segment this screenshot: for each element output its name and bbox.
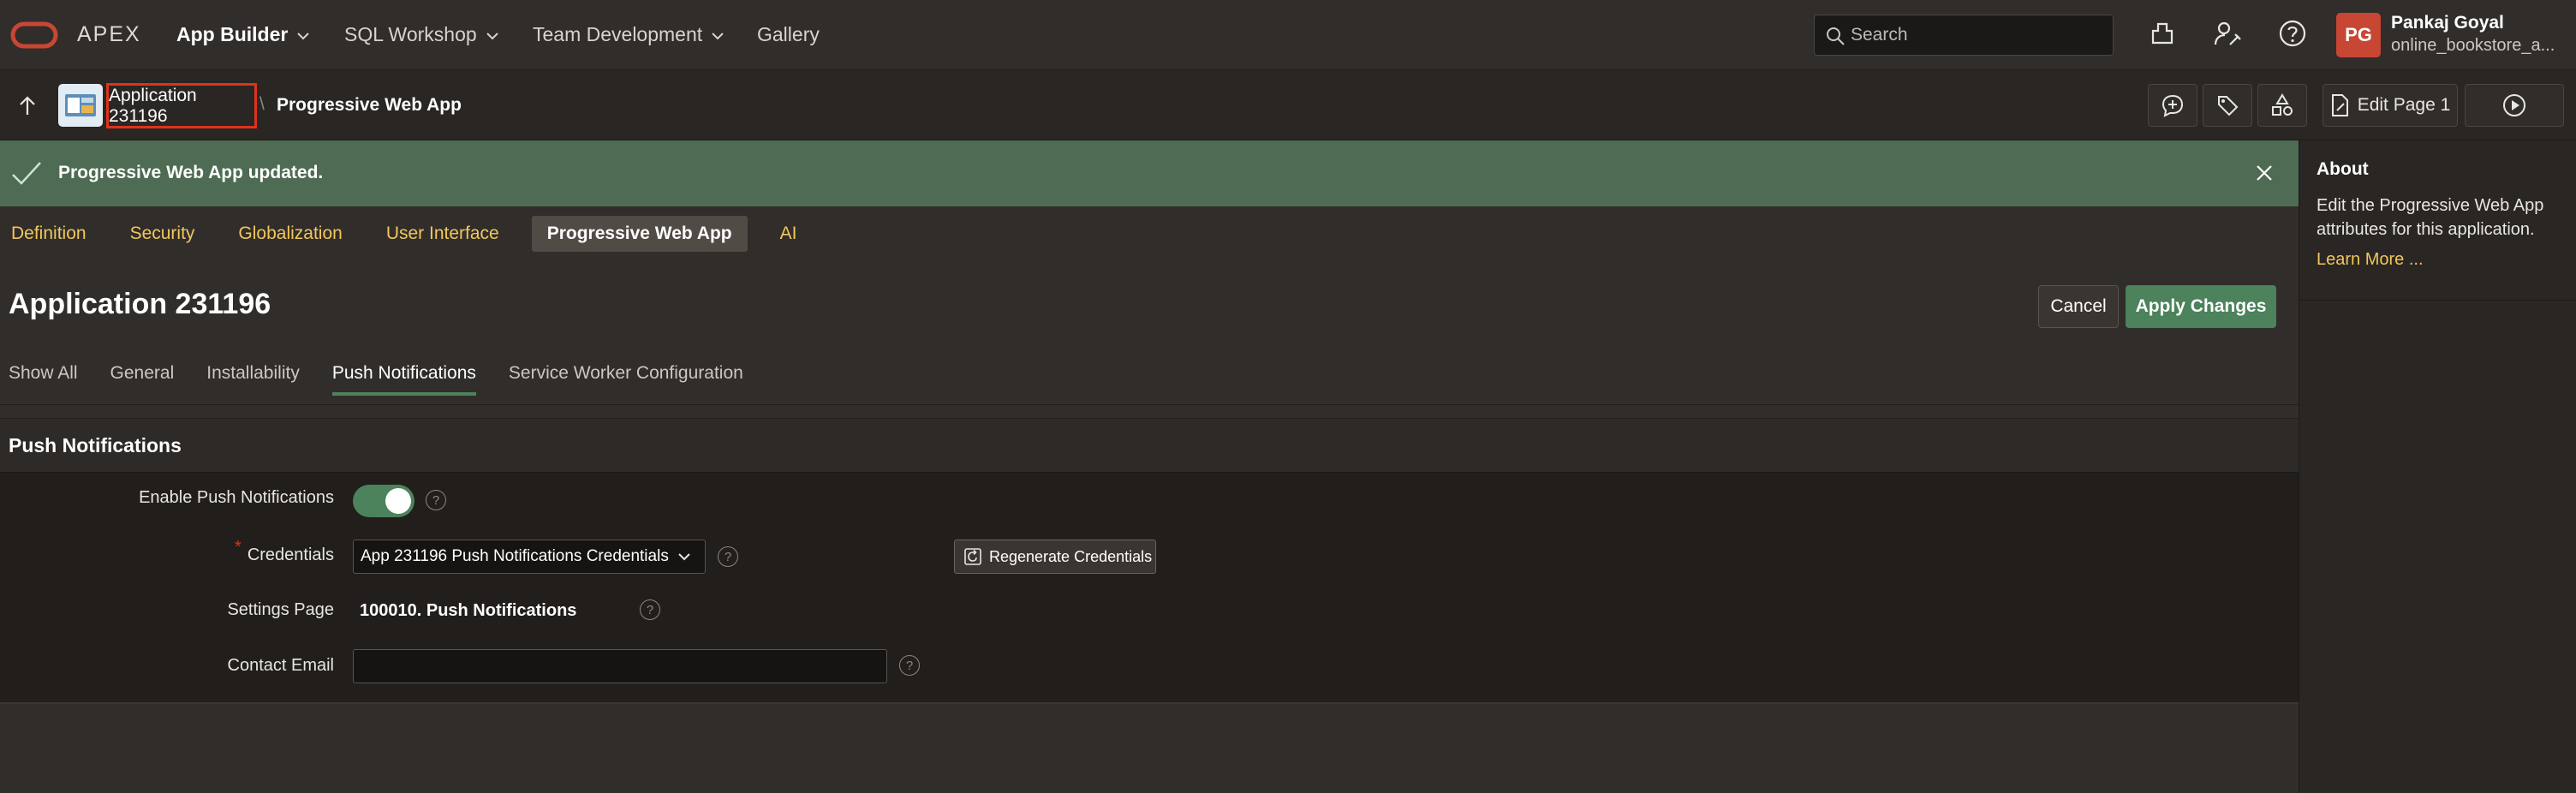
tab-progressive-web-app[interactable]: Progressive Web App (531, 216, 748, 252)
avatar[interactable]: PG (2336, 13, 2381, 57)
workspace-name: online_bookstore_a... (2391, 36, 2555, 55)
tag-icon (2218, 96, 2239, 116)
section-tabs: Show All General Installability Push Not… (9, 363, 776, 396)
settings-page-value: 100010. Push Notifications (360, 601, 577, 620)
regenerate-credentials-button[interactable]: Regenerate Credentials (954, 540, 1156, 574)
breadcrumb-current-page: Progressive Web App (277, 95, 462, 115)
tab-user-interface[interactable]: User Interface (375, 216, 510, 252)
settings-page-label: Settings Page (227, 600, 334, 619)
apex-brand[interactable]: APEX (77, 22, 141, 47)
search-icon (1827, 27, 1845, 45)
search-input[interactable] (1851, 22, 2099, 48)
help-icon[interactable]: ? (426, 490, 446, 510)
apply-changes-button[interactable]: Apply Changes (2126, 285, 2276, 328)
credentials-selected-value: App 231196 Push Notifications Credential… (361, 547, 669, 565)
tab-security[interactable]: Security (119, 216, 206, 252)
subtab-installability[interactable]: Installability (206, 363, 300, 396)
chevron-down-icon (486, 32, 498, 39)
enable-push-toggle[interactable] (353, 485, 414, 517)
check-icon (10, 159, 43, 187)
tab-definition[interactable]: Definition (0, 216, 98, 252)
contact-email-field[interactable] (353, 649, 887, 683)
edit-page-label: Edit Page 1 (2357, 95, 2451, 115)
help-icon[interactable] (2278, 19, 2307, 48)
top-navigation-bar: APEX App Builder SQL Workshop Team Devel… (0, 0, 2576, 70)
breadcrumb-bar: Application 231196 \ Progressive Web App… (0, 70, 2576, 140)
tab-globalization[interactable]: Globalization (227, 216, 353, 252)
chevron-down-icon (678, 553, 690, 561)
learn-more-link[interactable]: Learn More ... (2317, 250, 2424, 270)
breadcrumb-separator: \ (259, 94, 265, 114)
edit-page-button[interactable]: Edit Page 1 (2323, 84, 2458, 127)
administration-icon[interactable] (2213, 19, 2242, 48)
application-icon[interactable] (58, 84, 103, 127)
arrow-up-icon[interactable] (17, 94, 38, 116)
chevron-down-icon (712, 32, 724, 39)
help-icon[interactable]: ? (718, 546, 738, 567)
menu-gallery-label: Gallery (757, 23, 820, 45)
about-text: Edit the Progressive Web App attributes … (2317, 196, 2544, 239)
subtab-service-worker-configuration[interactable]: Service Worker Configuration (509, 363, 743, 396)
comment-add-icon (2162, 94, 2184, 117)
shared-components-button[interactable] (2257, 84, 2307, 127)
shortcuts-icon[interactable] (2148, 19, 2177, 48)
team-dev-feedback-button[interactable] (2148, 84, 2197, 127)
menu-app-builder-label: App Builder (176, 23, 289, 45)
menu-sql-workshop[interactable]: SQL Workshop (344, 23, 499, 46)
subtab-show-all[interactable]: Show All (9, 363, 78, 396)
breadcrumb-application-link[interactable]: Application 231196 (106, 83, 257, 128)
menu-sql-workshop-label: SQL Workshop (344, 23, 477, 45)
play-icon (2503, 94, 2525, 116)
debug-button[interactable] (2203, 84, 2252, 127)
region-header: Push Notifications (0, 418, 2299, 473)
regenerate-credentials-label: Regenerate Credentials (989, 547, 1153, 565)
help-icon[interactable]: ? (640, 599, 660, 620)
push-notifications-form: Enable Push Notifications ? * Credential… (0, 473, 2299, 704)
menu-team-development[interactable]: Team Development (533, 23, 724, 46)
help-icon[interactable]: ? (899, 655, 920, 676)
section-tabs-divider (0, 404, 2299, 405)
attribute-tabs: Definition Security Globalization User I… (9, 216, 829, 252)
region-title: Push Notifications (9, 434, 182, 456)
tab-ai[interactable]: AI (769, 216, 808, 252)
run-page-button[interactable] (2465, 84, 2564, 127)
refresh-icon (964, 548, 981, 565)
about-panel: About Edit the Progressive Web App attri… (2299, 140, 2576, 793)
success-message: Progressive Web App updated. (0, 140, 2299, 206)
menu-app-builder[interactable]: App Builder (176, 23, 310, 46)
search-box[interactable] (1814, 15, 2114, 56)
about-title: About (2317, 159, 2369, 179)
close-icon[interactable] (2254, 163, 2275, 183)
subtab-push-notifications[interactable]: Push Notifications (331, 363, 476, 396)
subtab-general[interactable]: General (110, 363, 175, 396)
credentials-select[interactable]: App 231196 Push Notifications Credential… (353, 540, 706, 574)
enable-push-label: Enable Push Notifications (139, 488, 334, 507)
edit-page-icon (2331, 94, 2348, 116)
contact-email-label: Contact Email (227, 656, 335, 675)
menu-team-development-label: Team Development (533, 23, 703, 45)
user-name[interactable]: Pankaj Goyal (2391, 13, 2504, 33)
shapes-icon (2272, 93, 2293, 116)
oracle-logo-icon[interactable] (10, 21, 58, 49)
page-title: Application 231196 (9, 288, 271, 320)
credentials-label: Credentials (247, 546, 334, 564)
cancel-button[interactable]: Cancel (2038, 285, 2119, 328)
toggle-knob (385, 488, 411, 514)
success-message-text: Progressive Web App updated. (58, 163, 324, 182)
about-divider (2299, 300, 2576, 301)
menu-gallery[interactable]: Gallery (757, 23, 820, 46)
chevron-down-icon (297, 32, 310, 39)
